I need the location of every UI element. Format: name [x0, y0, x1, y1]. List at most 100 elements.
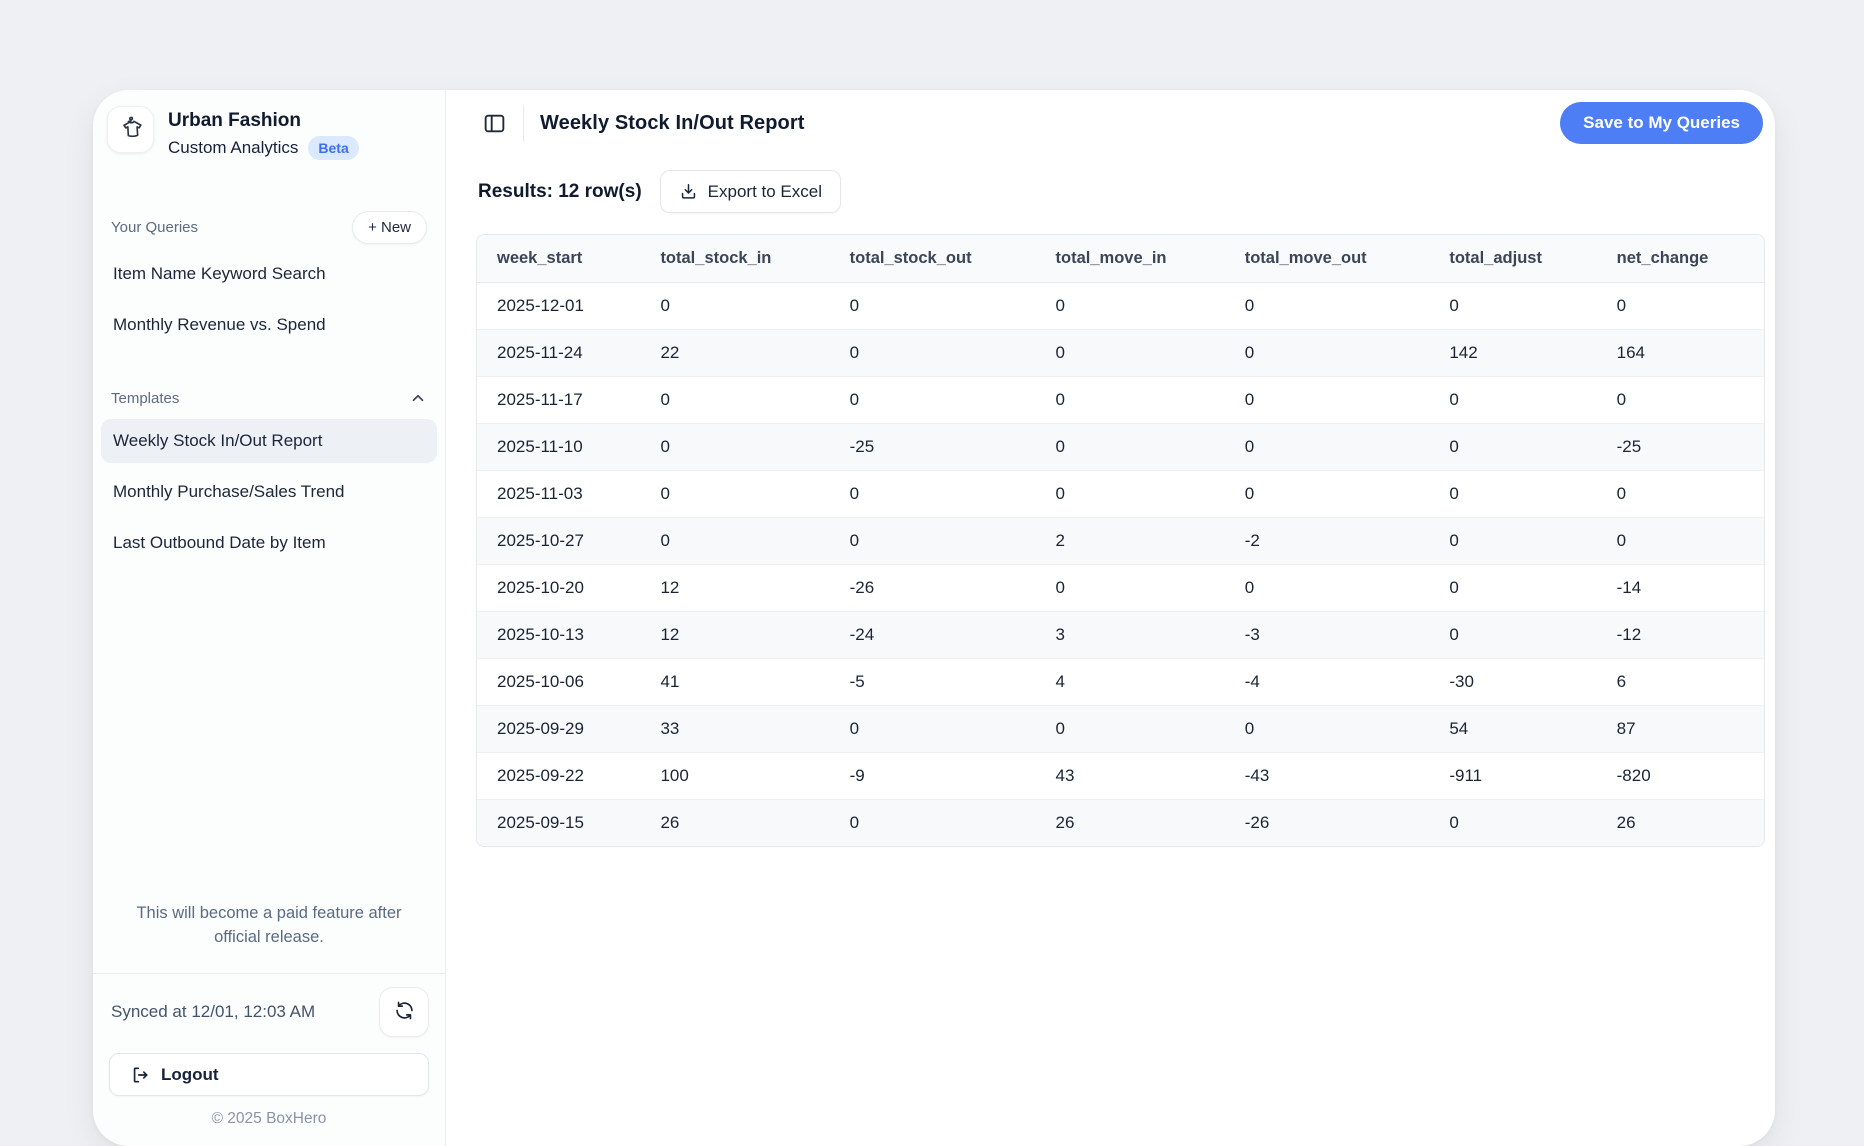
table-cell-total_move_out: 0	[1225, 283, 1430, 329]
table-cell-total_move_in: 2	[1036, 517, 1225, 564]
topbar: Weekly Stock In/Out Report Save to My Qu…	[446, 90, 1775, 144]
download-icon	[679, 182, 698, 201]
sidebar-toggle-icon	[482, 111, 507, 136]
table-row: 2025-11-2422000142164	[477, 329, 1764, 376]
table-cell-total_stock_out: 0	[830, 470, 1036, 517]
table-cell-net_change: 26	[1597, 799, 1764, 846]
table-cell-net_change: -25	[1597, 423, 1764, 470]
column-header-total_move_out: total_move_out	[1225, 235, 1430, 283]
new-query-button[interactable]: + New	[352, 211, 427, 244]
templates-label: Templates	[111, 390, 179, 407]
table-cell-total_move_out: -43	[1225, 752, 1430, 799]
table-cell-total_move_in: 0	[1036, 705, 1225, 752]
paid-feature-note: This will become a paid feature after of…	[93, 901, 445, 949]
table-cell-net_change: 0	[1597, 517, 1764, 564]
templates-header: Templates	[93, 383, 445, 413]
table-cell-week_start: 2025-11-24	[477, 329, 640, 376]
logout-label: Logout	[161, 1065, 219, 1085]
table-cell-total_stock_in: 0	[640, 283, 829, 329]
table-cell-week_start: 2025-10-27	[477, 517, 640, 564]
column-header-total_adjust: total_adjust	[1429, 235, 1596, 283]
table-cell-total_stock_in: 33	[640, 705, 829, 752]
app-card: Urban Fashion Custom Analytics Beta Your…	[93, 90, 1775, 1146]
table-row: 2025-11-03000000	[477, 470, 1764, 517]
chevron-up-icon[interactable]	[409, 389, 427, 407]
table-cell-total_adjust: 0	[1429, 799, 1596, 846]
column-header-total_stock_out: total_stock_out	[830, 235, 1036, 283]
table-cell-total_move_out: -4	[1225, 658, 1430, 705]
table-cell-total_move_in: 0	[1036, 423, 1225, 470]
table-cell-total_move_in: 0	[1036, 470, 1225, 517]
table-cell-total_adjust: 142	[1429, 329, 1596, 376]
table-header-row: week_starttotal_stock_intotal_stock_outt…	[477, 235, 1764, 283]
table-cell-net_change: -14	[1597, 564, 1764, 611]
table-cell-week_start: 2025-12-01	[477, 283, 640, 329]
table-cell-week_start: 2025-09-29	[477, 705, 640, 752]
sidebar-item-monthly-purchase-sales-trend[interactable]: Monthly Purchase/Sales Trend	[101, 470, 437, 514]
table-cell-total_adjust: 0	[1429, 564, 1596, 611]
table-cell-total_move_out: 0	[1225, 564, 1430, 611]
table-row: 2025-10-27002-200	[477, 517, 1764, 564]
table-cell-net_change: -12	[1597, 611, 1764, 658]
table-cell-total_stock_out: -5	[830, 658, 1036, 705]
table-cell-net_change: -820	[1597, 752, 1764, 799]
table-cell-total_move_in: 26	[1036, 799, 1225, 846]
table-cell-total_stock_out: 0	[830, 799, 1036, 846]
table-cell-total_move_out: 0	[1225, 376, 1430, 423]
table-cell-net_change: 0	[1597, 376, 1764, 423]
table-cell-total_adjust: 0	[1429, 611, 1596, 658]
refresh-button[interactable]	[379, 987, 429, 1037]
refresh-icon	[394, 1000, 415, 1024]
table-cell-net_change: 6	[1597, 658, 1764, 705]
sidebar-item-weekly-stock-in-out-report[interactable]: Weekly Stock In/Out Report	[101, 419, 437, 463]
table-cell-net_change: 87	[1597, 705, 1764, 752]
table-cell-total_move_out: 0	[1225, 329, 1430, 376]
table-row: 2025-10-1312-243-30-12	[477, 611, 1764, 658]
results-table: week_starttotal_stock_intotal_stock_outt…	[476, 234, 1765, 847]
table-cell-total_stock_out: 0	[830, 517, 1036, 564]
column-header-week_start: week_start	[477, 235, 640, 283]
logout-button[interactable]: Logout	[109, 1053, 429, 1096]
table-row: 2025-10-0641-54-4-306	[477, 658, 1764, 705]
page-title: Weekly Stock In/Out Report	[540, 112, 805, 135]
main-panel: Weekly Stock In/Out Report Save to My Qu…	[446, 90, 1775, 1146]
sidebar-toggle-button[interactable]	[478, 107, 511, 140]
table-cell-week_start: 2025-10-13	[477, 611, 640, 658]
table-cell-total_move_out: -26	[1225, 799, 1430, 846]
table-cell-total_stock_in: 100	[640, 752, 829, 799]
table-row: 2025-09-22100-943-43-911-820	[477, 752, 1764, 799]
table-cell-total_move_out: -3	[1225, 611, 1430, 658]
your-queries-header: Your Queries + New	[93, 208, 445, 246]
table-cell-total_stock_out: 0	[830, 329, 1036, 376]
table-cell-total_stock_out: 0	[830, 283, 1036, 329]
sidebar: Urban Fashion Custom Analytics Beta Your…	[93, 90, 446, 1146]
table-cell-total_adjust: 0	[1429, 423, 1596, 470]
sidebar-item-last-outbound-date-by-item[interactable]: Last Outbound Date by Item	[101, 521, 437, 565]
table-cell-week_start: 2025-10-20	[477, 564, 640, 611]
table-cell-total_move_out: 0	[1225, 705, 1430, 752]
table-cell-total_stock_out: -24	[830, 611, 1036, 658]
save-to-my-queries-button[interactable]: Save to My Queries	[1560, 102, 1763, 144]
sidebar-item-monthly-revenue-vs-spend[interactable]: Monthly Revenue vs. Spend	[101, 303, 437, 347]
beta-badge: Beta	[308, 136, 358, 160]
brand: Urban Fashion Custom Analytics Beta	[93, 90, 445, 160]
export-to-excel-button[interactable]: Export to Excel	[660, 170, 841, 213]
table-cell-total_stock_out: -9	[830, 752, 1036, 799]
brand-text: Urban Fashion Custom Analytics Beta	[168, 106, 359, 160]
table-cell-total_move_in: 43	[1036, 752, 1225, 799]
column-header-net_change: net_change	[1597, 235, 1764, 283]
table-cell-total_stock_in: 0	[640, 423, 829, 470]
table-cell-total_adjust: 0	[1429, 517, 1596, 564]
sidebar-item-item-name-keyword-search[interactable]: Item Name Keyword Search	[101, 252, 437, 296]
table-cell-total_adjust: 0	[1429, 283, 1596, 329]
copyright: © 2025 BoxHero	[109, 1096, 429, 1146]
sidebar-footer: Synced at 12/01, 12:03 AM	[93, 973, 445, 1146]
export-label: Export to Excel	[708, 182, 822, 202]
your-queries-list: Item Name Keyword Search Monthly Revenue…	[93, 246, 445, 347]
table-cell-total_move_out: 0	[1225, 423, 1430, 470]
table-cell-total_stock_out: 0	[830, 705, 1036, 752]
table-cell-week_start: 2025-10-06	[477, 658, 640, 705]
table-cell-total_stock_in: 12	[640, 611, 829, 658]
header-divider	[523, 105, 524, 141]
table-cell-total_adjust: -30	[1429, 658, 1596, 705]
